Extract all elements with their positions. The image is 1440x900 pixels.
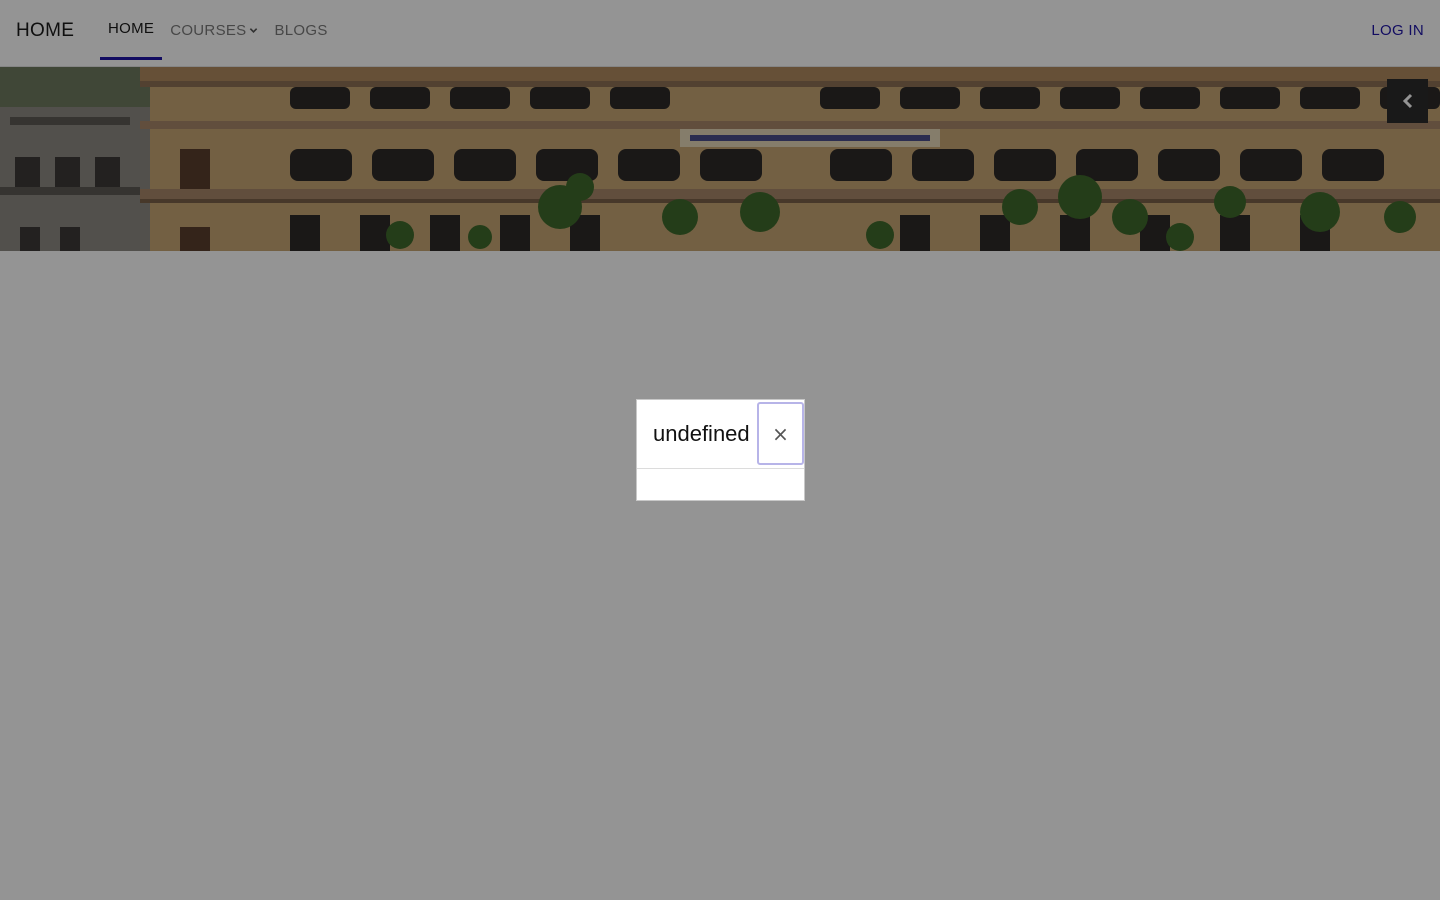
modal-close-button[interactable]: × xyxy=(757,402,804,465)
close-icon: × xyxy=(772,421,789,446)
modal-dialog: undefined × xyxy=(636,399,805,501)
modal-header: undefined × xyxy=(637,400,804,469)
modal-title: undefined xyxy=(653,421,750,446)
